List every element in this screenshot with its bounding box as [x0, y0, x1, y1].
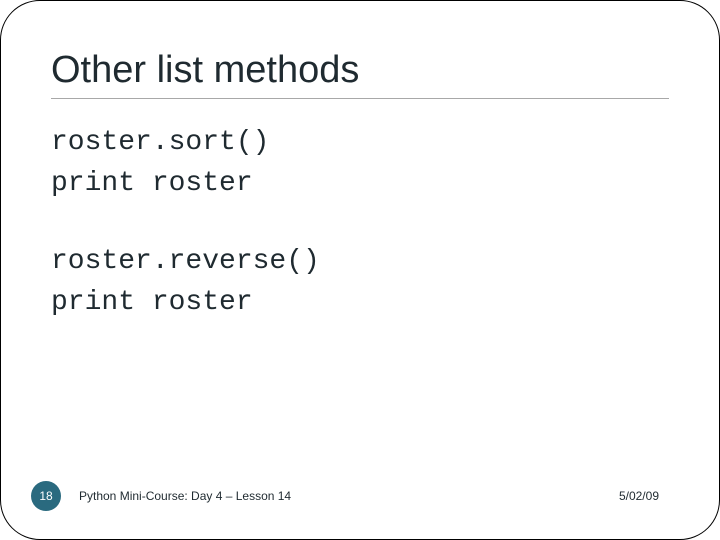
code-line: print roster [51, 287, 253, 318]
slide-title: Other list methods [51, 49, 669, 92]
code-block-2: roster.reverse() print roster [51, 242, 669, 323]
page-number: 18 [39, 489, 52, 503]
title-underline [51, 98, 669, 99]
footer-date: 5/02/09 [619, 489, 659, 503]
footer: 18 Python Mini-Course: Day 4 – Lesson 14… [1, 481, 719, 511]
page-number-badge: 18 [31, 481, 61, 511]
code-line: roster.sort() [51, 127, 269, 158]
slide: Other list methods roster.sort() print r… [0, 0, 720, 540]
footer-course: Python Mini-Course: Day 4 – Lesson 14 [61, 489, 619, 503]
code-block-1: roster.sort() print roster [51, 123, 669, 204]
code-line: roster.reverse() [51, 246, 320, 277]
code-line: print roster [51, 168, 253, 199]
